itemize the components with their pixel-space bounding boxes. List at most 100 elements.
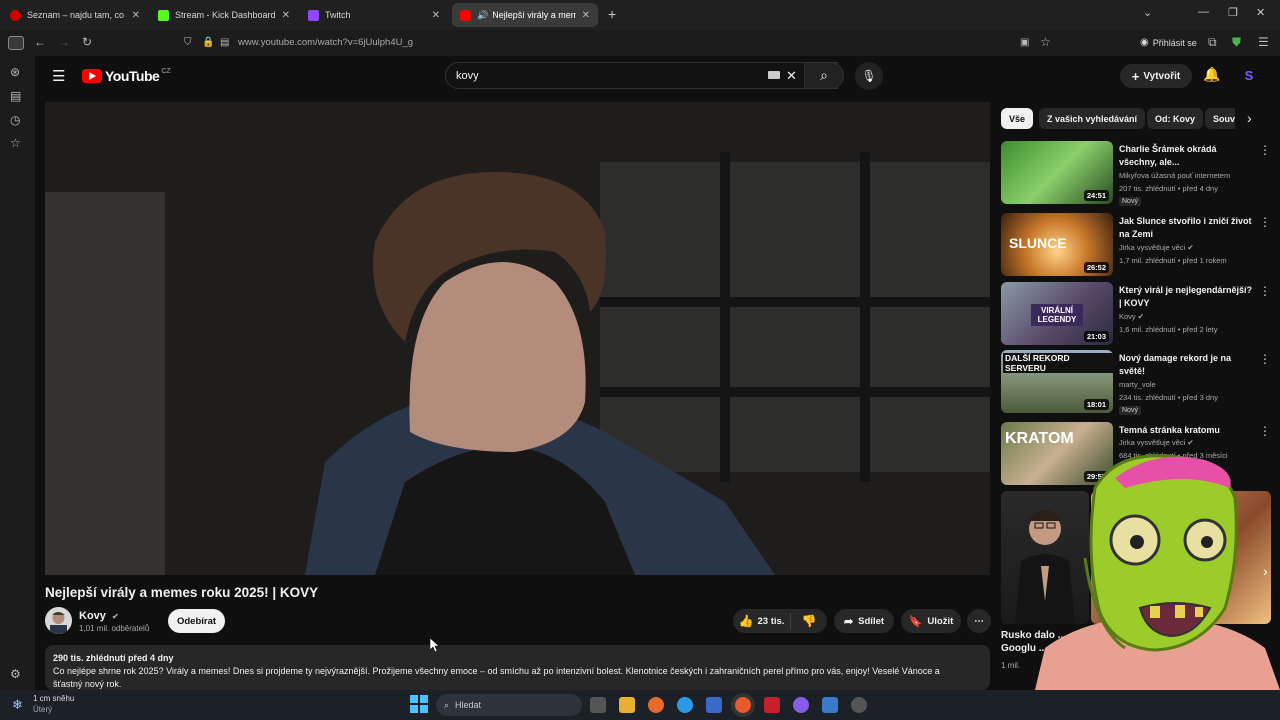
new-tab-icon[interactable]: +	[608, 6, 616, 22]
history-icon[interactable]: ◷	[10, 113, 20, 127]
window-close-icon[interactable]: ✕	[1256, 6, 1265, 19]
sidebar-toggle-icon[interactable]	[8, 36, 24, 50]
shield-icon[interactable]: ⛉	[184, 37, 192, 48]
create-button[interactable]: + Vytvořit	[1120, 64, 1192, 88]
weather-temp[interactable]: 1 cm sněhu	[33, 694, 74, 703]
chip-from-searches[interactable]: Z vašich vyhledávání	[1039, 108, 1146, 129]
description-text: Co nejlépe shrne rok 2025? Virály a meme…	[53, 666, 940, 676]
close-icon[interactable]: ✕	[582, 10, 590, 21]
recommendation-channel[interactable]: Jirka vysvětluje věci ✔	[1119, 438, 1194, 447]
speaker-icon[interactable]: 🔊	[477, 10, 488, 21]
picture-icon[interactable]: ▣	[1020, 37, 1029, 48]
share-button[interactable]: ➦ Sdílet	[834, 609, 894, 633]
recommendation-item[interactable]: VIRÁLNÍ LEGENDY 21:03 Který virál je nej…	[1001, 282, 1273, 346]
firefox-icon[interactable]	[648, 697, 664, 713]
recommendation-title[interactable]: Který virál je nejlegendárnější? | KOVY	[1119, 284, 1254, 310]
recommendation-title[interactable]: Nový damage rekord je na světě!	[1119, 352, 1254, 378]
search-input[interactable]	[456, 70, 746, 82]
more-vertical-icon[interactable]: ⋮	[1259, 215, 1271, 229]
lock-icon[interactable]: 🔒	[202, 37, 214, 48]
forward-arrow-icon[interactable]: →	[58, 35, 70, 49]
like-button[interactable]: 👍 23 tis.	[733, 613, 791, 629]
tab-seznam[interactable]: Seznam – najdu tam, co neznám ✕	[2, 3, 148, 27]
bookmarks-star-icon[interactable]: ☆	[10, 136, 21, 150]
settings-gear-icon[interactable]: ⚙	[10, 667, 21, 681]
recommendation-item[interactable]: SLUNCE 26:52 Jak Slunce stvořilo i zničí…	[1001, 213, 1273, 277]
voice-search-button[interactable]: 🎙	[855, 62, 883, 90]
chat-app-icon[interactable]	[793, 697, 809, 713]
notifications-bell-icon[interactable]: 🔔	[1203, 66, 1220, 83]
windows-start-icon[interactable]	[410, 695, 428, 713]
minimize-icon[interactable]: —	[1198, 6, 1209, 18]
firefox-active-icon[interactable]	[735, 697, 751, 713]
dislike-button[interactable]: 👎	[791, 614, 827, 628]
search-button[interactable]: ⌕	[804, 62, 844, 89]
extensions-icon[interactable]: ⧉	[1208, 35, 1217, 50]
recommendation-title[interactable]: Jak Slunce stvořilo i zničí život na Zem…	[1119, 215, 1254, 241]
store-icon[interactable]	[706, 697, 722, 713]
bookmark-star-icon[interactable]: ☆	[1040, 35, 1051, 49]
maximize-icon[interactable]: ❐	[1228, 6, 1238, 19]
task-view-icon[interactable]	[590, 697, 606, 713]
more-vertical-icon[interactable]: ⋮	[1259, 424, 1271, 438]
obs-icon[interactable]	[851, 697, 867, 713]
edge-icon[interactable]	[677, 697, 693, 713]
tab-title: Seznam – najdu tam, co neznám	[27, 10, 126, 20]
close-icon[interactable]: ✕	[132, 10, 140, 21]
more-vertical-icon[interactable]: ⋮	[1259, 284, 1271, 298]
save-button[interactable]: 🔖 Uložit	[901, 609, 961, 633]
recommendation-channel[interactable]: Kovy ✔	[1119, 312, 1144, 321]
url-text[interactable]: www.youtube.com/watch?v=6jUulph4U_g	[238, 37, 413, 48]
more-vertical-icon[interactable]: ⋮	[1259, 352, 1271, 366]
tab-youtube-active[interactable]: 🔊 Nejlepší virály a memes roku 2025! | K…	[452, 3, 598, 27]
taskbar-search-box[interactable]: ⌕ Hledat	[436, 694, 582, 716]
tab-list-chevron-icon[interactable]: ⌄	[1143, 6, 1152, 19]
streaming-app-icon[interactable]	[764, 697, 780, 713]
more-actions-button[interactable]: ⋯	[967, 609, 991, 633]
reload-icon[interactable]: ↻	[82, 35, 92, 49]
subscribe-button[interactable]: Odebírat	[168, 609, 225, 633]
channel-name[interactable]: Kovy ✔	[79, 610, 119, 622]
search-box[interactable]: ✕	[445, 62, 838, 89]
video-player[interactable]	[45, 102, 990, 575]
back-arrow-icon[interactable]: ←	[34, 35, 46, 49]
adblock-shield-icon[interactable]: ⛊	[1232, 35, 1241, 50]
recommendation-item[interactable]: DALŠÍ REKORD SERVERU 18:01 Nový damage r…	[1001, 350, 1273, 415]
close-icon[interactable]: ✕	[282, 10, 290, 21]
recommendation-title[interactable]: Charlie Šrámek okrádá všechny, ale...	[1119, 143, 1254, 169]
channel-avatar[interactable]	[45, 607, 72, 634]
create-label: Vytvořit	[1143, 70, 1181, 82]
page-info-icon[interactable]: ▤	[220, 37, 229, 48]
share-arrow-icon: ➦	[843, 615, 854, 628]
synced-tabs-icon[interactable]: ▤	[10, 89, 21, 103]
video-thumbnail[interactable]: DALŠÍ REKORD SERVERU 18:01	[1001, 350, 1113, 413]
video-thumbnail[interactable]: SLUNCE 26:52	[1001, 213, 1113, 276]
close-icon[interactable]: ✕	[432, 10, 440, 21]
avatar[interactable]: S	[1239, 66, 1259, 86]
recommendation-channel[interactable]: marty_vole	[1119, 380, 1156, 389]
youtube-logo[interactable]: YouTube CZ	[82, 68, 171, 84]
hamburger-menu-icon[interactable]: ☰	[52, 67, 65, 85]
vscode-icon[interactable]	[822, 697, 838, 713]
video-thumbnail[interactable]: 24:51	[1001, 141, 1113, 204]
video-thumbnail[interactable]: VIRÁLNÍ LEGENDY 21:03	[1001, 282, 1113, 345]
chip-from-kovy[interactable]: Od: Kovy	[1147, 108, 1204, 129]
sign-in-button[interactable]: ◉ Přihlásit se	[1140, 37, 1197, 48]
description-box[interactable]: 290 tis. zhlédnutí před 4 dny Co nejlépe…	[45, 645, 990, 690]
clear-search-icon[interactable]: ✕	[786, 68, 797, 84]
channel-avatar-image	[45, 607, 72, 634]
recommendation-channel[interactable]: Jirka vysvětluje věci ✔	[1119, 243, 1194, 252]
keyboard-icon[interactable]	[768, 71, 780, 79]
tab-kick[interactable]: Stream - Kick Dashboard ✕	[150, 3, 298, 27]
chip-related[interactable]: Souv	[1205, 108, 1235, 129]
recommendation-item[interactable]: 24:51 Charlie Šrámek okrádá všechny, ale…	[1001, 141, 1273, 206]
chip-all[interactable]: Vše	[1001, 108, 1034, 129]
recommendation-title[interactable]: Temná stránka kratomu	[1119, 424, 1254, 437]
recommendation-channel[interactable]: Mikyřova úžasná pouť internetem	[1119, 171, 1230, 180]
file-explorer-icon[interactable]	[619, 697, 635, 713]
more-vertical-icon[interactable]: ⋮	[1259, 143, 1271, 157]
tab-twitch[interactable]: Twitch ✕	[300, 3, 448, 27]
menu-icon[interactable]: ☰	[1258, 35, 1269, 49]
chips-next-chevron-icon[interactable]: ›	[1247, 110, 1252, 126]
ai-chat-icon[interactable]: ⊛	[10, 65, 20, 79]
